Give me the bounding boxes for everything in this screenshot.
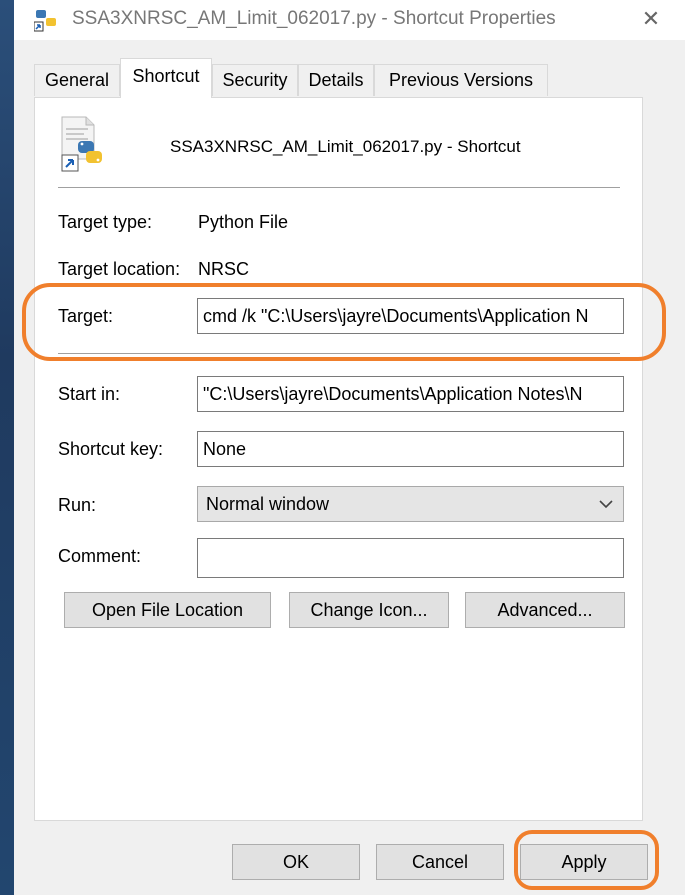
open-file-location-button[interactable]: Open File Location bbox=[64, 592, 271, 628]
target-type-label: Target type: bbox=[58, 212, 153, 232]
chevron-down-icon bbox=[599, 500, 613, 509]
ok-button[interactable]: OK bbox=[232, 844, 360, 880]
target-type-value: Python File bbox=[198, 212, 289, 232]
comment-input[interactable] bbox=[197, 538, 624, 578]
separator bbox=[58, 187, 620, 188]
cancel-button[interactable]: Cancel bbox=[376, 844, 504, 880]
title-bar: SSA3XNRSC_AM_Limit_062017.py - Shortcut … bbox=[14, 0, 685, 40]
run-select-value: Normal window bbox=[206, 494, 330, 514]
apply-button[interactable]: Apply bbox=[520, 844, 648, 880]
shortcut-file-name: SSA3XNRSC_AM_Limit_062017.py - Shortcut bbox=[170, 137, 521, 156]
run-label: Run: bbox=[58, 495, 97, 515]
shortcut-python-icon bbox=[34, 10, 56, 32]
python-file-icon bbox=[61, 116, 102, 172]
separator bbox=[58, 353, 620, 354]
shortcut-key-input[interactable]: None bbox=[197, 431, 624, 467]
target-location-value: NRSC bbox=[198, 259, 250, 279]
shortcut-key-label: Shortcut key: bbox=[58, 439, 164, 459]
change-icon-button[interactable]: Change Icon... bbox=[289, 592, 449, 628]
target-input[interactable]: cmd /k "C:\Users\jayre\Documents\Applica… bbox=[197, 298, 624, 334]
comment-label: Comment: bbox=[58, 546, 142, 566]
tab-shortcut[interactable]: Shortcut bbox=[120, 58, 212, 98]
tab-previous-versions[interactable]: Previous Versions bbox=[374, 64, 548, 96]
advanced-button[interactable]: Advanced... bbox=[465, 592, 625, 628]
tab-details[interactable]: Details bbox=[298, 64, 374, 96]
target-location-label: Target location: bbox=[58, 259, 181, 279]
start-in-input[interactable]: "C:\Users\jayre\Documents\Application No… bbox=[197, 376, 624, 412]
tab-security[interactable]: Security bbox=[212, 64, 298, 96]
target-label: Target: bbox=[58, 306, 114, 326]
run-select[interactable]: Normal window bbox=[197, 486, 624, 522]
window-title: SSA3XNRSC_AM_Limit_062017.py - Shortcut … bbox=[72, 8, 556, 29]
desktop-background-strip bbox=[0, 0, 14, 895]
close-button[interactable]: ✕ bbox=[634, 4, 668, 34]
tab-general[interactable]: General bbox=[34, 64, 120, 96]
start-in-label: Start in: bbox=[58, 384, 121, 404]
